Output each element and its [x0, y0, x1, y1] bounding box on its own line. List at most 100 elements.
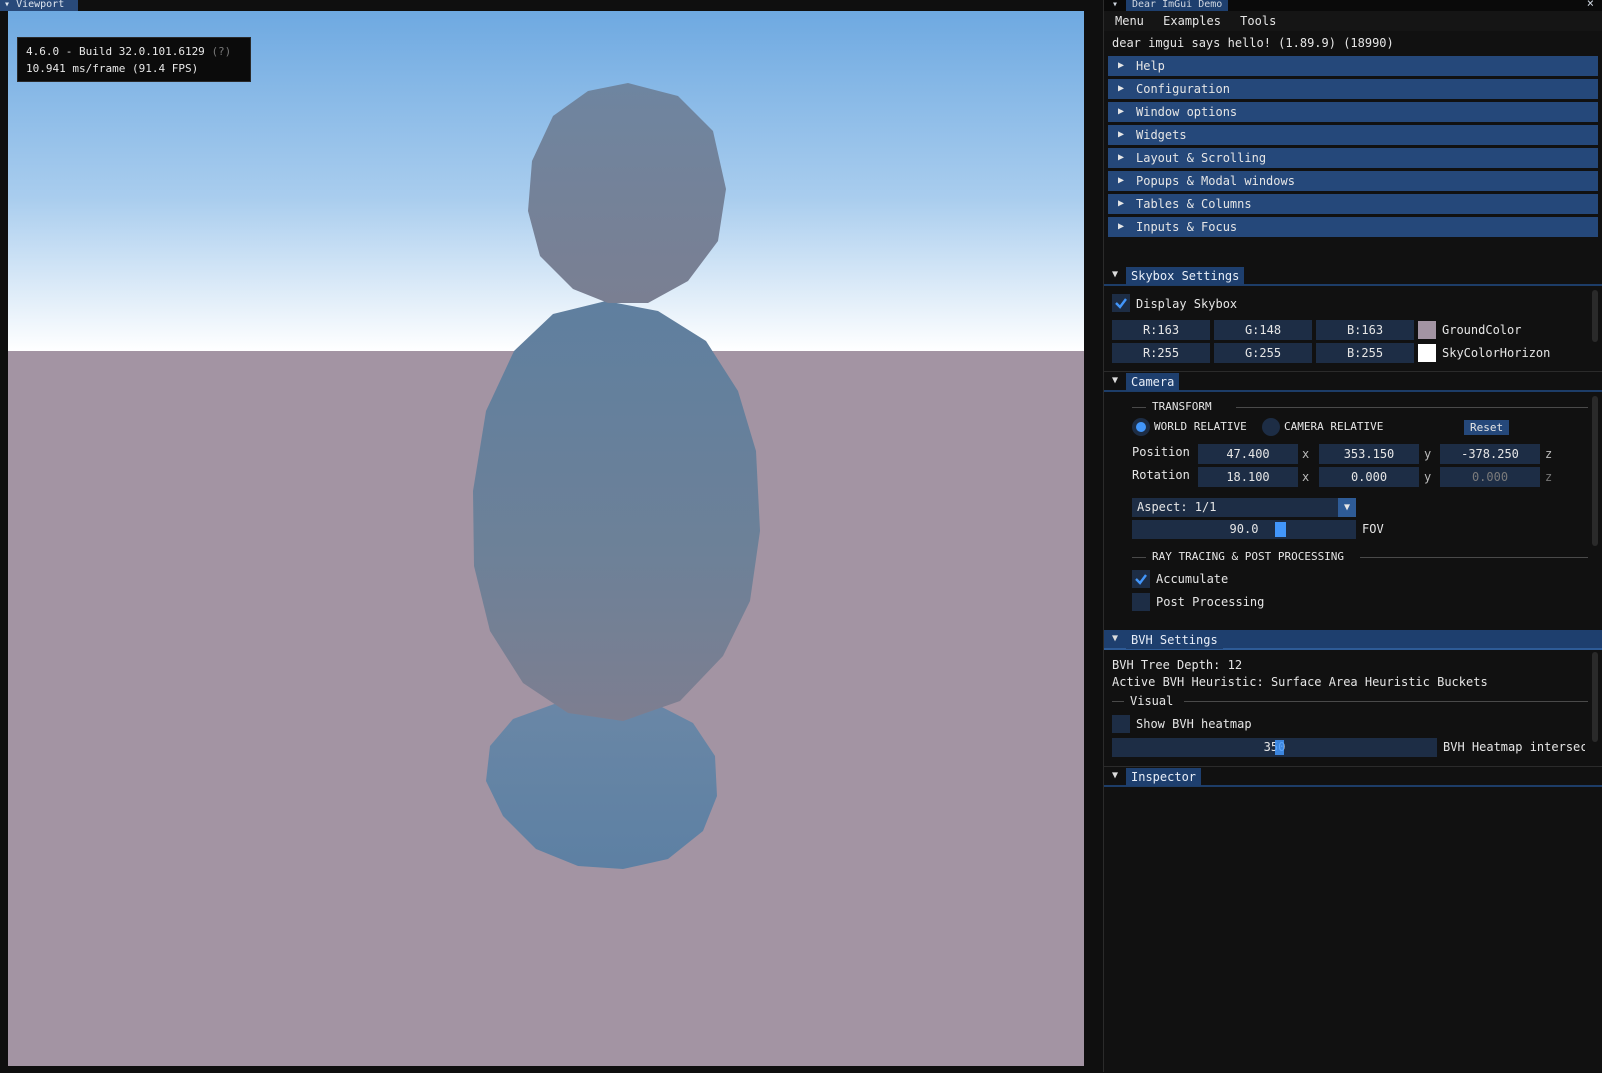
demo-sections: ▶ Help ▶ Configuration ▶ Window options ▶ Wi… [1104, 56, 1602, 237]
menu-examples[interactable]: Examples [1163, 11, 1221, 31]
slider-grab-handle[interactable] [1275, 522, 1286, 537]
rotation-y-field[interactable]: 0.000 [1319, 467, 1419, 487]
checkmark-icon [1135, 574, 1147, 585]
ground-g-field[interactable]: G:148 [1214, 320, 1312, 340]
ground-r-field[interactable]: R:163 [1112, 320, 1210, 340]
horizon-g-field[interactable]: G:255 [1214, 343, 1312, 363]
section-label: Tables & Columns [1136, 197, 1252, 211]
position-z-field[interactable]: -378.250 [1440, 444, 1540, 464]
collapse-triangle-icon[interactable]: ▾ [1112, 0, 1118, 10]
inspector-tab-label[interactable]: Inspector [1126, 768, 1202, 786]
reset-button[interactable]: Reset [1464, 420, 1510, 435]
axis-z-label: z [1545, 470, 1553, 484]
camera-tab-label[interactable]: Camera [1126, 373, 1180, 391]
ground-color-label: GroundColor [1442, 323, 1522, 337]
aspect-dropdown-value: Aspect: 1/1 [1137, 500, 1217, 514]
show-heatmap-checkbox[interactable] [1112, 715, 1130, 733]
bvh-tab-label[interactable]: BVH Settings [1126, 631, 1223, 649]
collapse-triangle-icon[interactable]: ▼ [1112, 269, 1118, 280]
bvh-tab-header[interactable]: ▼ BVH Settings [1104, 630, 1602, 650]
menu-tools[interactable]: Tools [1240, 11, 1276, 31]
horizon-b-field[interactable]: B:255 [1316, 343, 1414, 363]
transform-header: TRANSFORM [1152, 400, 1212, 413]
menu-menu[interactable]: Menu [1115, 11, 1144, 31]
ground-b-field[interactable]: B:163 [1316, 320, 1414, 340]
help-marker[interactable]: (?) [211, 45, 231, 58]
section-label: Popups & Modal windows [1136, 174, 1295, 188]
camera-scrollbar[interactable] [1592, 396, 1598, 546]
section-help[interactable]: ▶ Help [1108, 56, 1598, 76]
horizon-color-swatch[interactable] [1418, 344, 1436, 362]
collapse-triangle-icon[interactable]: ▼ [1112, 633, 1118, 644]
post-processing-label: Post Processing [1156, 595, 1265, 609]
collapse-triangle-icon[interactable]: ▼ [1112, 770, 1118, 781]
viewport-tab[interactable]: ▾ Viewport [0, 0, 78, 11]
axis-z-label: z [1545, 447, 1553, 461]
arrow-right-icon: ▶ [1118, 60, 1125, 71]
section-label: Layout & Scrolling [1136, 151, 1267, 165]
viewport-tab-label: Viewport [16, 0, 65, 10]
world-relative-radio[interactable] [1132, 418, 1150, 436]
section-popups-modal[interactable]: ▶ Popups & Modal windows [1108, 171, 1598, 191]
axis-y-label: y [1424, 470, 1432, 484]
arrow-right-icon: ▶ [1118, 129, 1125, 140]
section-configuration[interactable]: ▶ Configuration [1108, 79, 1598, 99]
position-x-field[interactable]: 47.400 [1198, 444, 1298, 464]
rotation-label: Rotation [1132, 468, 1190, 482]
horizon-r-field[interactable]: R:255 [1112, 343, 1210, 363]
skybox-scrollbar[interactable] [1592, 290, 1598, 342]
skybox-tab-header[interactable]: ▼ Skybox Settings [1104, 266, 1602, 286]
section-widgets[interactable]: ▶ Widgets [1108, 125, 1598, 145]
demo-menubar: Menu Examples Tools [1104, 11, 1602, 31]
separator-line [1132, 557, 1146, 558]
bvh-heuristic-text: Active BVH Heuristic: Surface Area Heuri… [1112, 675, 1488, 689]
section-inputs-focus[interactable]: ▶ Inputs & Focus [1108, 217, 1598, 237]
inspector-tab-header[interactable]: ▼ Inspector [1104, 767, 1602, 787]
build-info: 4.6.0 - Build 32.0.101.6129 [26, 45, 205, 58]
collapse-triangle-icon[interactable]: ▼ [1112, 375, 1118, 386]
viewport-render[interactable] [8, 11, 1084, 1066]
radio-dot-icon [1136, 422, 1146, 432]
display-skybox-checkbox[interactable] [1112, 294, 1130, 312]
skybox-panel: ▼ Skybox Settings Display Skybox R:163 G… [1104, 266, 1602, 370]
fov-slider[interactable]: 90.0 [1132, 520, 1356, 539]
post-processing-checkbox[interactable] [1132, 593, 1150, 611]
accumulate-label: Accumulate [1156, 572, 1229, 586]
section-label: Configuration [1136, 82, 1230, 96]
section-window-options[interactable]: ▶ Window options [1108, 102, 1598, 122]
separator-line [1236, 407, 1588, 408]
heatmap-slider-label: BVH Heatmap intersect [1443, 740, 1585, 754]
slider-grab-handle[interactable] [1275, 740, 1284, 755]
axis-y-label: y [1424, 447, 1432, 461]
arrow-right-icon: ▶ [1118, 152, 1125, 163]
axis-x-label: x [1302, 447, 1310, 461]
section-label: Widgets [1136, 128, 1187, 142]
rotation-z-field: 0.000 [1440, 467, 1540, 487]
arrow-right-icon: ▶ [1118, 83, 1125, 94]
world-relative-label: WORLD RELATIVE [1154, 420, 1247, 433]
position-y-field[interactable]: 353.150 [1319, 444, 1419, 464]
section-label: Window options [1136, 105, 1238, 119]
aspect-dropdown[interactable]: Aspect: 1/1 ▼ [1132, 498, 1356, 517]
chevron-down-icon[interactable]: ▼ [1338, 498, 1356, 517]
ground-color-swatch[interactable] [1418, 321, 1436, 339]
visual-header: Visual [1130, 694, 1174, 708]
arrow-right-icon: ▶ [1118, 198, 1125, 209]
accumulate-checkbox[interactable] [1132, 570, 1150, 588]
show-heatmap-label: Show BVH heatmap [1136, 717, 1252, 731]
collapse-triangle-icon[interactable]: ▾ [4, 0, 10, 10]
camera-tab-header[interactable]: ▼ Camera [1104, 372, 1602, 392]
section-layout-scrolling[interactable]: ▶ Layout & Scrolling [1108, 148, 1598, 168]
section-tables-columns[interactable]: ▶ Tables & Columns [1108, 194, 1598, 214]
bvh-depth-text: BVH Tree Depth: 12 [1112, 658, 1243, 672]
camera-relative-label: CAMERA RELATIVE [1284, 420, 1384, 433]
demo-window-title[interactable]: ▾ Dear ImGui Demo × [1104, 0, 1602, 11]
right-dock: ▾ Dear ImGui Demo × Menu Examples Tools … [1103, 0, 1602, 1072]
inspector-panel: ▼ Inspector [1104, 766, 1602, 1073]
skybox-tab-label[interactable]: Skybox Settings [1126, 267, 1245, 285]
heatmap-slider[interactable]: 350 [1112, 738, 1437, 757]
rotation-x-field[interactable]: 18.100 [1198, 467, 1298, 487]
bvh-scrollbar[interactable] [1592, 652, 1598, 742]
close-icon[interactable]: × [1587, 0, 1594, 9]
camera-relative-radio[interactable] [1262, 418, 1280, 436]
